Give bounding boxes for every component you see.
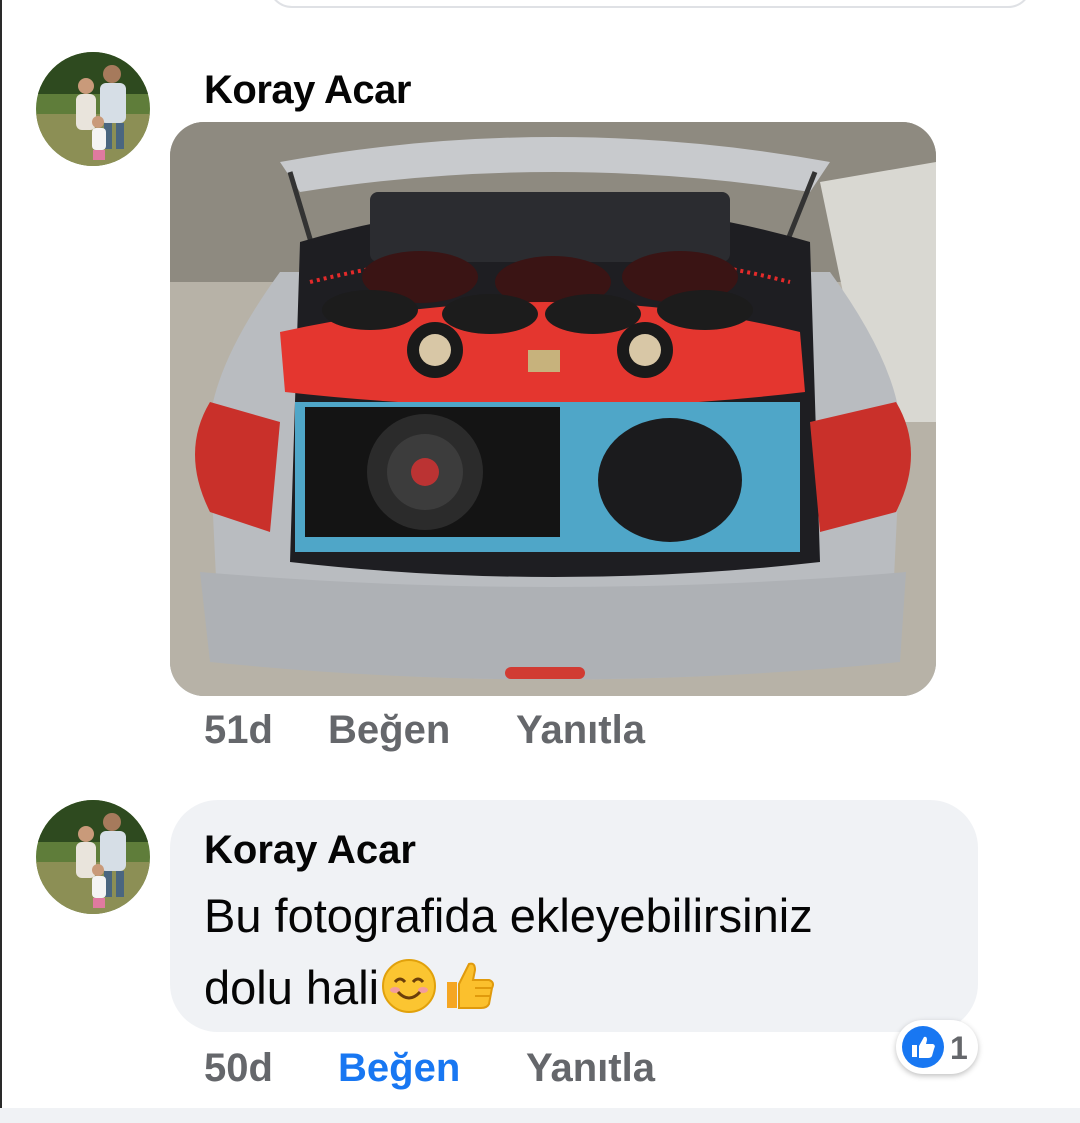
avatar[interactable] [36, 800, 150, 914]
profile-photo [36, 800, 150, 914]
bottom-divider [0, 1108, 1080, 1123]
reply-button[interactable]: Yanıtla [526, 1046, 655, 1090]
left-border [0, 0, 2, 1123]
reaction-count: 1 [950, 1030, 968, 1066]
attached-photo[interactable] [170, 122, 936, 696]
car-trunk-image [170, 122, 936, 696]
comment-bubble: Koray Acar Bu fotografida ekleyebilirsin… [170, 800, 978, 1032]
comment-author[interactable]: Koray Acar [204, 828, 416, 872]
thumbs-up-icon [439, 956, 497, 1034]
comment-timestamp[interactable]: 51d [204, 708, 273, 752]
like-button[interactable]: Beğen [328, 708, 450, 752]
comment-author[interactable]: Koray Acar [204, 68, 411, 112]
profile-photo [36, 52, 150, 166]
comment-text-end: dolu hali [204, 961, 380, 1014]
comment-text: Bu fotografida ekleyebilirsiniz dolu hal… [204, 880, 964, 1034]
comment-text-line-2: dolu hali [204, 952, 964, 1034]
comment-input-edge[interactable] [268, 0, 1032, 8]
smiling-face-icon [381, 958, 437, 1034]
reply-button[interactable]: Yanıtla [516, 708, 645, 752]
like-button[interactable]: Beğen [338, 1046, 460, 1090]
avatar[interactable] [36, 52, 150, 166]
like-reaction-icon [902, 1026, 944, 1068]
comment-text-line: Bu fotografida ekleyebilirsiniz [204, 889, 813, 942]
comment-timestamp[interactable]: 50d [204, 1046, 273, 1090]
reaction-summary[interactable]: 1 [896, 1020, 978, 1074]
